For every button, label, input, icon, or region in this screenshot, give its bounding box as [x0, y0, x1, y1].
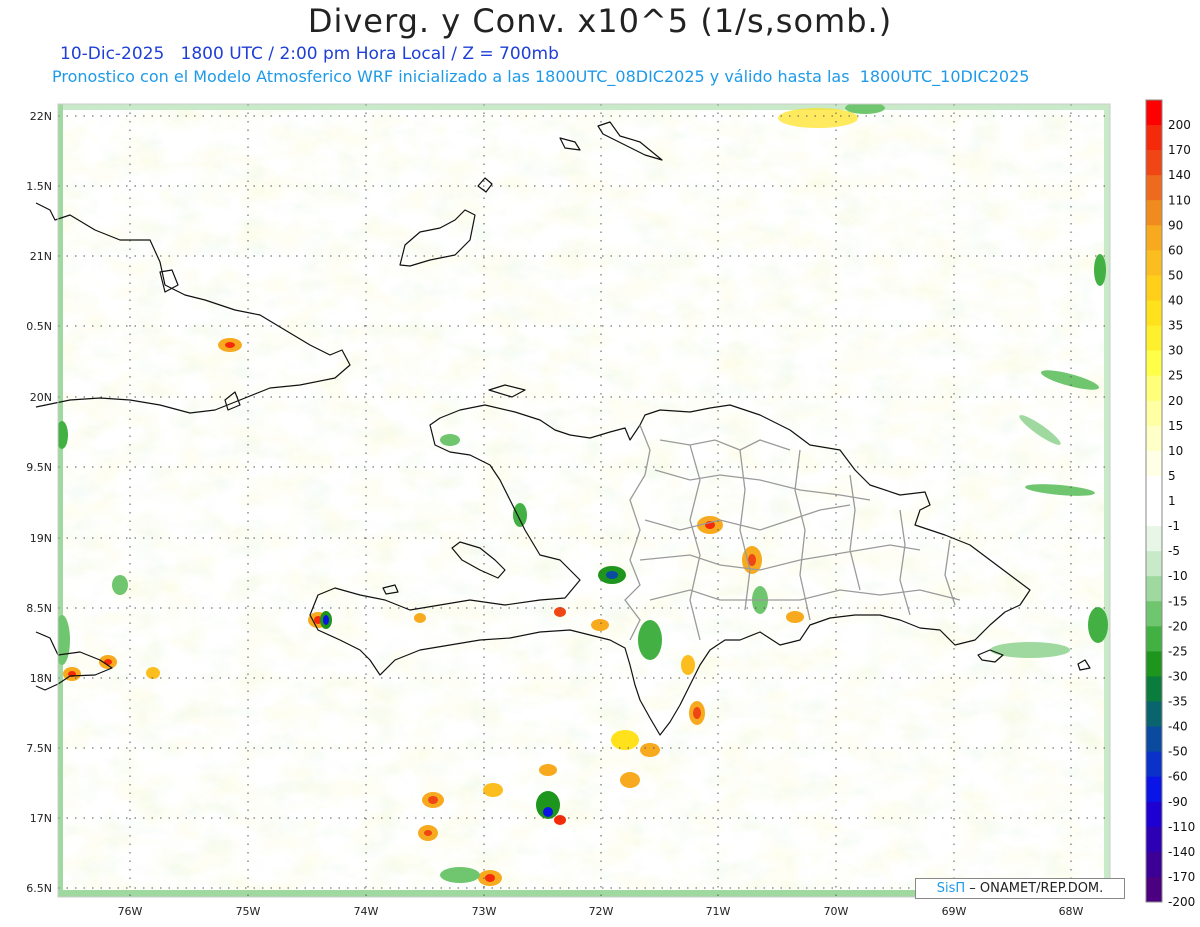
colorbar-swatch: [1146, 400, 1162, 427]
lon-label: 76W: [118, 905, 143, 918]
colorbar-swatch: [1146, 350, 1162, 377]
colorbar-swatch: [1146, 676, 1162, 702]
lon-label: 70W: [824, 905, 849, 918]
colorbar-swatch: [1146, 250, 1162, 276]
lat-label: 9.5N: [26, 461, 52, 474]
colorbar-label: -1: [1168, 519, 1180, 533]
colorbar-swatch: [1146, 300, 1162, 327]
colorbar-label: 35: [1168, 319, 1183, 333]
colorbar-label: -170: [1168, 870, 1195, 884]
colorbar-label: -30: [1168, 669, 1188, 683]
lat-label: 0.5N: [26, 320, 52, 333]
colorbar-swatch: [1146, 501, 1162, 527]
lat-label: 6.5N: [26, 882, 52, 895]
colorbar-swatch: [1146, 450, 1162, 477]
lat-label: 20N: [30, 391, 52, 404]
colorbar-label: -40: [1168, 720, 1188, 734]
lat-label: 8.5N: [26, 602, 52, 615]
lat-label: 18N: [30, 672, 52, 685]
colorbar-swatch: [1146, 776, 1162, 803]
longitude-labels: 76W 75W 74W 73W 72W 71W 70W 69W 68W: [118, 905, 1084, 918]
colorbar-swatch: [1146, 526, 1162, 552]
colorbar-swatch: [1146, 275, 1162, 301]
colorbar-swatch: [1146, 425, 1162, 452]
colorbar-label: 40: [1168, 294, 1183, 308]
colorbar-swatch: [1146, 475, 1162, 502]
colorbar-swatch: [1146, 225, 1162, 251]
lat-label: 22N: [30, 110, 52, 123]
colorbar-label: -140: [1168, 845, 1195, 859]
map-canvas: 22N 1.5N 21N 0.5N 20N 9.5N 19N 8.5N 18N …: [26, 99, 1195, 918]
colorbar-label: -50: [1168, 745, 1188, 759]
lat-label: 21N: [30, 250, 52, 263]
colorbar-swatch: [1146, 200, 1162, 226]
colorbar-swatch: [1146, 826, 1162, 853]
colorbar-swatch: [1146, 576, 1162, 602]
colorbar-swatch: [1146, 100, 1162, 126]
colorbar-label: 60: [1168, 243, 1183, 257]
colorbar-label: 15: [1168, 419, 1183, 433]
colorbar-label: -10: [1168, 569, 1188, 583]
latitude-labels: 22N 1.5N 21N 0.5N 20N 9.5N 19N 8.5N 18N …: [26, 110, 52, 895]
colorbar-label: 10: [1168, 444, 1183, 458]
lat-label: 17N: [30, 812, 52, 825]
colorbar-label: -35: [1168, 695, 1188, 709]
colorbar-label: 25: [1168, 369, 1183, 383]
colorbar-label: 1: [1168, 494, 1176, 508]
colorbar-label: 200: [1168, 118, 1191, 132]
colorbar-swatch: [1146, 876, 1162, 903]
lon-label: 74W: [354, 905, 379, 918]
colorbar-swatch: [1146, 175, 1162, 201]
colorbar-swatch: [1146, 125, 1162, 151]
credit-text: – ONAMET/REP.DOM.: [969, 881, 1104, 896]
colorbar-label: 50: [1168, 268, 1183, 282]
colorbar-swatch: [1146, 726, 1162, 753]
colorbar-swatch: [1146, 851, 1162, 878]
colorbar-swatch: [1146, 751, 1162, 778]
lon-label: 75W: [236, 905, 261, 918]
colorbar-label: -90: [1168, 795, 1188, 809]
lon-label: 72W: [589, 905, 614, 918]
colorbar-label: 20: [1168, 394, 1183, 408]
lat-label: 1.5N: [26, 180, 52, 193]
credit-box: SisΠ – ONAMET/REP.DOM.: [915, 878, 1125, 899]
lon-label: 69W: [942, 905, 967, 918]
lon-label: 71W: [706, 905, 731, 918]
colorbar-label: 30: [1168, 344, 1183, 358]
colorbar-label: -25: [1168, 644, 1188, 658]
colorbar-label: -110: [1168, 820, 1195, 834]
colorbar-label: -5: [1168, 544, 1180, 558]
colorbar-label: -60: [1168, 770, 1188, 784]
colorbar-swatch: [1146, 150, 1162, 176]
lon-label: 73W: [472, 905, 497, 918]
colorbar-label: 110: [1168, 193, 1191, 207]
colorbar-label: -200: [1168, 895, 1195, 909]
colorbar-swatch: [1146, 325, 1162, 352]
colorbar-swatch: [1146, 375, 1162, 402]
colorbar-label: -15: [1168, 594, 1188, 608]
colorbar-label: 170: [1168, 143, 1191, 157]
lat-label: 7.5N: [26, 742, 52, 755]
sispi-logo: SisΠ: [936, 881, 966, 896]
colorbar-swatch: [1146, 651, 1162, 677]
colorbar-swatch: [1146, 701, 1162, 728]
colorbar-label: 90: [1168, 218, 1183, 232]
colorbar-label: 5: [1168, 469, 1176, 483]
colorbar-swatch: [1146, 626, 1162, 652]
colorbar-swatch: [1146, 601, 1162, 627]
colorbar-label: 140: [1168, 168, 1191, 182]
colorbar: 200 170 140 110 90 60 50 40 35 30 25 20 15 10 5 1 -1 -5 -1…: [1145, 99, 1195, 909]
colorbar-swatch: [1146, 801, 1162, 828]
colorbar-label: -20: [1168, 619, 1188, 633]
lon-label: 68W: [1059, 905, 1084, 918]
colorbar-swatch: [1146, 551, 1162, 577]
lat-label: 19N: [30, 532, 52, 545]
divergence-field: [58, 104, 1110, 897]
